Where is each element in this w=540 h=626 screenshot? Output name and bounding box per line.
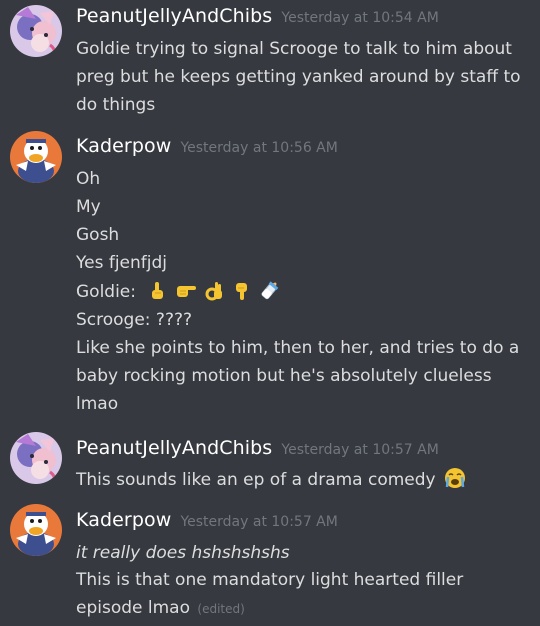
- timestamp[interactable]: Yesterday at 10:56 AM: [180, 140, 337, 156]
- message-header: PeanutJellyAndChibs Yesterday at 10:57 A…: [76, 437, 439, 459]
- username[interactable]: Kaderpow: [76, 135, 171, 157]
- message-text-with-edited: episode lmao (edited): [76, 594, 245, 623]
- message-text: Oh: [76, 169, 101, 189]
- chat-messages: PeanutJellyAndChibs Yesterday at 10:54 A…: [0, 0, 540, 626]
- message-text: Goldie trying to signal Scrooge to talk …: [76, 39, 512, 59]
- pointing-down-emoji[interactable]: [232, 281, 252, 310]
- message-text: This sounds like an ep of a drama comedy: [76, 470, 436, 490]
- username[interactable]: Kaderpow: [76, 509, 171, 531]
- avatar[interactable]: [10, 5, 62, 57]
- edited-label[interactable]: (edited): [197, 602, 244, 616]
- username[interactable]: PeanutJellyAndChibs: [76, 5, 272, 27]
- message-text: baby rocking motion but he's absolutely …: [76, 366, 492, 386]
- message-text: Scrooge: ????: [76, 310, 193, 330]
- message-text: do things: [76, 95, 156, 115]
- username[interactable]: PeanutJellyAndChibs: [76, 437, 272, 459]
- message-header: Kaderpow Yesterday at 10:56 AM: [76, 135, 338, 157]
- message-text: it really does hshshshshs: [76, 543, 290, 563]
- message-text: episode lmao: [76, 598, 190, 618]
- message-text: preg but he keeps getting yanked around …: [76, 67, 521, 87]
- message-text: Yes fjenfjdj: [76, 253, 168, 273]
- crying-face-emoji[interactable]: [444, 467, 466, 498]
- message-text-with-emoji: This sounds like an ep of a drama comedy: [76, 466, 468, 498]
- timestamp[interactable]: Yesterday at 10:57 AM: [180, 514, 337, 530]
- timestamp[interactable]: Yesterday at 10:54 AM: [281, 10, 438, 26]
- message-text: Like she points to him, then to her, and…: [76, 338, 520, 358]
- timestamp[interactable]: Yesterday at 10:57 AM: [281, 442, 438, 458]
- message-text: lmao: [76, 394, 119, 414]
- message-text: This is that one mandatory light hearted…: [76, 570, 464, 590]
- avatar[interactable]: [10, 131, 62, 183]
- ok-hand-emoji[interactable]: [204, 281, 224, 310]
- message-header: Kaderpow Yesterday at 10:57 AM: [76, 509, 338, 531]
- avatar[interactable]: [10, 432, 62, 484]
- message-text: Gosh: [76, 225, 120, 245]
- message-header: PeanutJellyAndChibs Yesterday at 10:54 A…: [76, 5, 439, 27]
- message-text: Goldie:: [76, 282, 136, 302]
- baby-bottle-emoji[interactable]: [259, 279, 281, 310]
- avatar[interactable]: [10, 504, 62, 556]
- message-text: My: [76, 197, 101, 217]
